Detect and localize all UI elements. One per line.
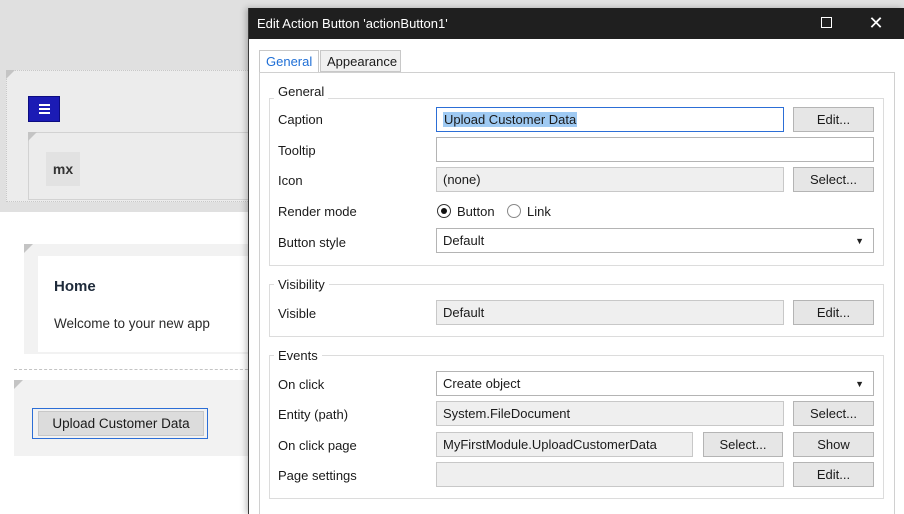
caption-edit-button[interactable]: Edit...: [793, 107, 874, 132]
page-settings-edit-button[interactable]: Edit...: [793, 462, 874, 487]
caption-input-value: Upload Customer Data: [443, 112, 578, 127]
mx-logo: mx: [46, 152, 80, 186]
page-subtitle: Welcome to your new app: [54, 316, 210, 331]
icon-label: Icon: [278, 173, 303, 188]
tooltip-label: Tooltip: [278, 143, 316, 158]
visible-field: Default: [436, 300, 784, 325]
tab-appearance[interactable]: Appearance: [320, 50, 401, 72]
container-corner-marker: [14, 380, 23, 389]
render-mode-link-radio[interactable]: [507, 204, 521, 218]
chevron-down-icon: ▼: [855, 378, 864, 389]
events-group-label: Events: [274, 348, 322, 363]
render-mode-link-label[interactable]: Link: [527, 204, 551, 219]
on-click-page-field: MyFirstModule.UploadCustomerData: [436, 432, 693, 457]
entity-path-label: Entity (path): [278, 407, 349, 422]
tooltip-input[interactable]: [436, 137, 874, 162]
container-corner-marker: [6, 70, 15, 79]
visibility-group-label: Visibility: [274, 277, 329, 292]
page-settings-field: [436, 462, 784, 487]
on-click-value: Create object: [443, 376, 521, 391]
hamburger-menu-icon[interactable]: [28, 96, 60, 122]
container-corner-marker: [28, 132, 37, 141]
divider: [14, 369, 268, 370]
edit-action-button-dialog: Edit Action Button 'actionButton1' ✕ Gen…: [248, 8, 904, 514]
page-settings-label: Page settings: [278, 468, 357, 483]
on-click-dropdown[interactable]: Create object ▼: [436, 371, 874, 396]
render-mode-button-label[interactable]: Button: [457, 204, 495, 219]
maximize-icon[interactable]: [821, 17, 832, 28]
entity-path-field: System.FileDocument: [436, 401, 784, 426]
on-click-page-select-button[interactable]: Select...: [703, 432, 783, 457]
button-style-value: Default: [443, 233, 485, 248]
container-corner-marker: [24, 244, 33, 253]
entity-select-button[interactable]: Select...: [793, 401, 874, 426]
render-mode-label: Render mode: [278, 204, 357, 219]
caption-label: Caption: [278, 112, 323, 127]
icon-field: (none): [436, 167, 784, 192]
button-style-dropdown[interactable]: Default ▼: [436, 228, 874, 253]
on-click-page-label: On click page: [278, 438, 357, 453]
page-title: Home: [54, 278, 96, 295]
visible-label: Visible: [278, 306, 317, 321]
button-style-label: Button style: [278, 235, 346, 250]
icon-select-button[interactable]: Select...: [793, 167, 874, 192]
dialog-title: Edit Action Button 'actionButton1': [257, 16, 448, 31]
general-group-label: General: [274, 84, 329, 99]
upload-customer-data-button[interactable]: Upload Customer Data: [38, 411, 204, 436]
on-click-label: On click: [278, 377, 325, 392]
home-card: [38, 256, 268, 352]
caption-input[interactable]: Upload Customer Data: [436, 107, 784, 132]
dialog-title-bar[interactable]: Edit Action Button 'actionButton1' ✕: [249, 8, 904, 39]
close-icon[interactable]: ✕: [866, 12, 886, 34]
tab-general[interactable]: General: [259, 50, 319, 73]
on-click-page-show-button[interactable]: Show: [793, 432, 874, 457]
chevron-down-icon: ▼: [855, 235, 864, 246]
render-mode-button-radio[interactable]: [437, 204, 451, 218]
visible-edit-button[interactable]: Edit...: [793, 300, 874, 325]
